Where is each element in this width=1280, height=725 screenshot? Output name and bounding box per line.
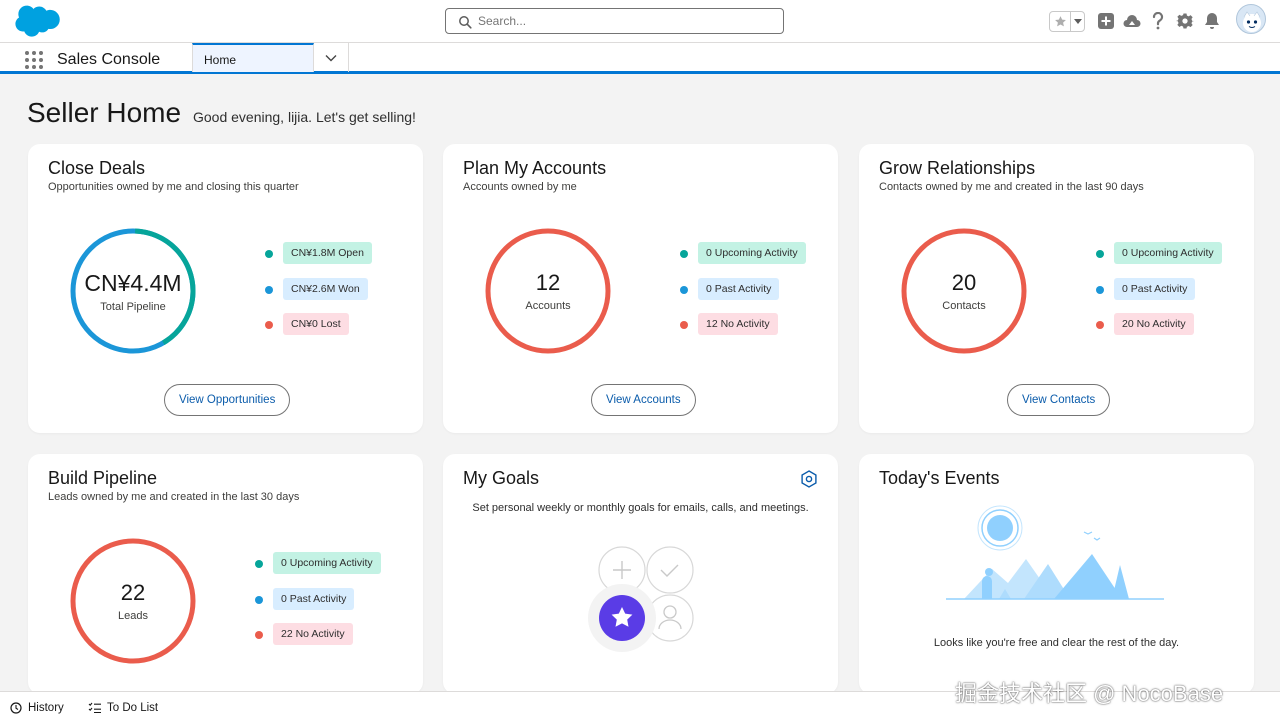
total-pipeline-label: Total Pipeline xyxy=(100,300,166,313)
trailhead-icon[interactable] xyxy=(1121,10,1143,32)
tab-home-label: Home xyxy=(204,53,237,67)
legend-pill: 0 Upcoming Activity xyxy=(273,552,381,574)
goals-settings-icon[interactable] xyxy=(800,470,818,488)
leads-label: Leads xyxy=(118,610,148,622)
my-goals-card: My Goals Set personal weekly or monthly … xyxy=(443,454,838,694)
legend-dot xyxy=(265,321,273,329)
legend-dot xyxy=(265,250,273,258)
plan-accounts-card: Plan My Accounts Accounts owned by me 12… xyxy=(443,144,838,433)
grow-relationships-card: Grow Relationships Contacts owned by me … xyxy=(859,144,1254,433)
help-icon[interactable] xyxy=(1147,10,1169,32)
legend-dot xyxy=(1096,285,1104,294)
card-subtitle: Accounts owned by me xyxy=(463,181,577,193)
legend-dot xyxy=(265,285,273,294)
card-title: Build Pipeline xyxy=(48,468,158,488)
utility-history-label: History xyxy=(28,702,64,714)
legend-pill: 0 Upcoming Activity xyxy=(698,242,806,264)
accounts-count: 12 xyxy=(535,270,561,295)
legend-pill: CN¥0 Lost xyxy=(283,313,349,335)
salesforce-logo[interactable] xyxy=(12,4,64,40)
app-launcher-icon[interactable] xyxy=(24,50,44,70)
legend-pill: 0 Past Activity xyxy=(273,587,355,610)
view-contacts-button[interactable]: View Contacts xyxy=(1007,384,1111,416)
view-accounts-button[interactable]: View Accounts xyxy=(591,384,696,416)
greeting-text: Good evening, lijia. Let's get selling! xyxy=(193,109,416,125)
legend-dot xyxy=(1096,250,1104,258)
accounts-label: Accounts xyxy=(525,300,571,312)
setup-gear-icon[interactable] xyxy=(1174,10,1196,32)
global-add-icon[interactable] xyxy=(1095,10,1117,32)
card-title: My Goals xyxy=(463,468,540,488)
search-icon xyxy=(459,16,472,29)
card-title: Plan My Accounts xyxy=(463,158,607,178)
leads-count: 22 xyxy=(120,580,146,605)
camping-illustration xyxy=(946,505,1164,600)
notifications-bell-icon[interactable] xyxy=(1201,10,1223,32)
contacts-label: Contacts xyxy=(942,300,986,312)
chevron-down-icon xyxy=(325,54,337,61)
legend-pill: 0 Past Activity xyxy=(1114,277,1196,300)
tab-home[interactable]: Home xyxy=(192,43,314,72)
ring-center: 12 Accounts xyxy=(483,226,613,356)
user-avatar[interactable] xyxy=(1236,4,1266,34)
legend-pill: 12 No Activity xyxy=(698,313,778,335)
legend-pill: CN¥1.8M Open xyxy=(283,242,372,264)
legend-dot xyxy=(255,560,263,568)
legend-pill: 20 No Activity xyxy=(1114,313,1194,335)
card-title: Close Deals xyxy=(48,158,146,178)
checklist-icon xyxy=(88,702,101,714)
utility-history[interactable]: History xyxy=(10,702,64,714)
favorites-dropdown-icon[interactable] xyxy=(1071,12,1084,31)
view-opportunities-button[interactable]: View Opportunities xyxy=(164,384,291,416)
contacts-count: 20 xyxy=(951,270,977,295)
card-subtitle: Leads owned by me and created in the las… xyxy=(48,491,300,503)
search-input[interactable] xyxy=(478,12,768,30)
ring-center: CN¥4.4M Total Pipeline xyxy=(68,226,198,356)
events-empty-text: Looks like you're free and clear the res… xyxy=(933,637,1180,649)
global-search[interactable] xyxy=(445,8,784,34)
card-title: Today's Events xyxy=(879,468,1000,488)
legend-pill: 0 Upcoming Activity xyxy=(1114,242,1222,264)
watermark: 掘金技术社区 @ NocoBase xyxy=(955,681,1224,706)
legend-dot xyxy=(680,321,688,329)
card-subtitle: Contacts owned by me and created in the … xyxy=(879,181,1144,193)
nav-menu-dropdown[interactable] xyxy=(314,43,349,72)
legend-pill: CN¥2.6M Won xyxy=(283,277,368,300)
ring-center: 20 Contacts xyxy=(899,226,1029,356)
favorites-star-icon[interactable] xyxy=(1050,12,1072,31)
legend-dot xyxy=(255,595,263,604)
card-subtitle: Opportunities owned by me and closing th… xyxy=(48,181,299,193)
goals-description: Set personal weekly or monthly goals for… xyxy=(472,502,809,514)
page-title: Seller Home xyxy=(27,97,182,128)
clock-icon xyxy=(10,702,22,714)
total-pipeline-value: CN¥4.4M xyxy=(84,269,182,296)
legend-dot xyxy=(1096,321,1104,329)
close-deals-card: Close Deals Opportunities owned by me an… xyxy=(28,144,423,433)
goals-illustration xyxy=(588,546,694,652)
app-nav-bar: Sales Console Home xyxy=(0,43,1280,74)
legend-pill: 22 No Activity xyxy=(273,623,353,645)
app-name: Sales Console xyxy=(57,51,161,68)
ring-center: 22 Leads xyxy=(68,536,198,666)
legend-dot xyxy=(680,285,688,294)
utility-todo-label: To Do List xyxy=(107,702,159,714)
todays-events-card: Today's Events Looks like you're free an… xyxy=(859,454,1254,694)
legend-dot xyxy=(255,631,263,639)
legend-pill: 0 Past Activity xyxy=(698,277,780,300)
global-header xyxy=(0,0,1280,43)
favorites-button[interactable] xyxy=(1049,11,1085,32)
utility-todo[interactable]: To Do List xyxy=(88,702,158,714)
build-pipeline-card: Build Pipeline Leads owned by me and cre… xyxy=(28,454,423,694)
card-title: Grow Relationships xyxy=(879,158,1036,178)
legend-dot xyxy=(680,250,688,258)
